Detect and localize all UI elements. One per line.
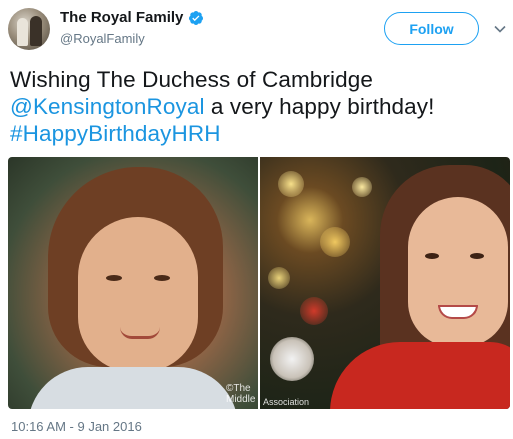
bokeh-light: [270, 337, 314, 381]
name-row: The Royal Family: [60, 9, 204, 26]
bokeh-light: [278, 171, 304, 197]
photo-coat: [330, 342, 510, 409]
photo-face: [78, 217, 198, 372]
photo-adult[interactable]: Association: [260, 157, 510, 409]
media-grid: ©The Middle Association: [8, 157, 510, 409]
chevron-down-icon[interactable]: [493, 22, 507, 36]
photo-shirt: [28, 367, 238, 409]
bokeh-light: [268, 267, 290, 289]
handle[interactable]: @RoyalFamily: [60, 31, 145, 46]
hashtag-link[interactable]: #HappyBirthdayHRH: [10, 121, 221, 146]
tweet-line-3: #HappyBirthdayHRH: [10, 120, 505, 147]
photo-smile: [120, 327, 160, 339]
bokeh-light: [352, 177, 372, 197]
avatar-figure: [30, 16, 42, 46]
bokeh-light: [300, 297, 328, 325]
avatar-figure: [17, 18, 28, 46]
mention-link[interactable]: @KensingtonRoyal: [10, 94, 205, 119]
photo-eye: [154, 275, 170, 281]
bokeh-light: [320, 227, 350, 257]
photo-eye: [106, 275, 122, 281]
timestamp[interactable]: 10:16 AM - 9 Jan 2016: [11, 419, 142, 434]
tweet-line-2-text: a very happy birthday!: [204, 94, 435, 119]
photo-child[interactable]: ©The Middle: [8, 157, 258, 409]
avatar[interactable]: [8, 8, 50, 50]
tweet-line-1: Wishing The Duchess of Cambridge: [10, 67, 373, 92]
photo-face: [408, 197, 508, 347]
watermark: Association: [263, 397, 310, 407]
photo-eye: [425, 253, 439, 259]
tweet-header: The Royal Family @RoyalFamily Follow: [0, 0, 513, 58]
display-name[interactable]: The Royal Family: [60, 9, 183, 26]
tweet-text: Wishing The Duchess of Cambridge @Kensin…: [10, 66, 505, 147]
tweet-line-2: @KensingtonRoyal a very happy birthday!: [10, 93, 505, 120]
tweet-card: The Royal Family @RoyalFamily Follow Wis…: [0, 0, 513, 439]
verified-badge-icon: [189, 10, 204, 25]
photo-eye: [470, 253, 484, 259]
follow-button[interactable]: Follow: [384, 12, 479, 45]
watermark: ©The Middle: [226, 383, 256, 405]
